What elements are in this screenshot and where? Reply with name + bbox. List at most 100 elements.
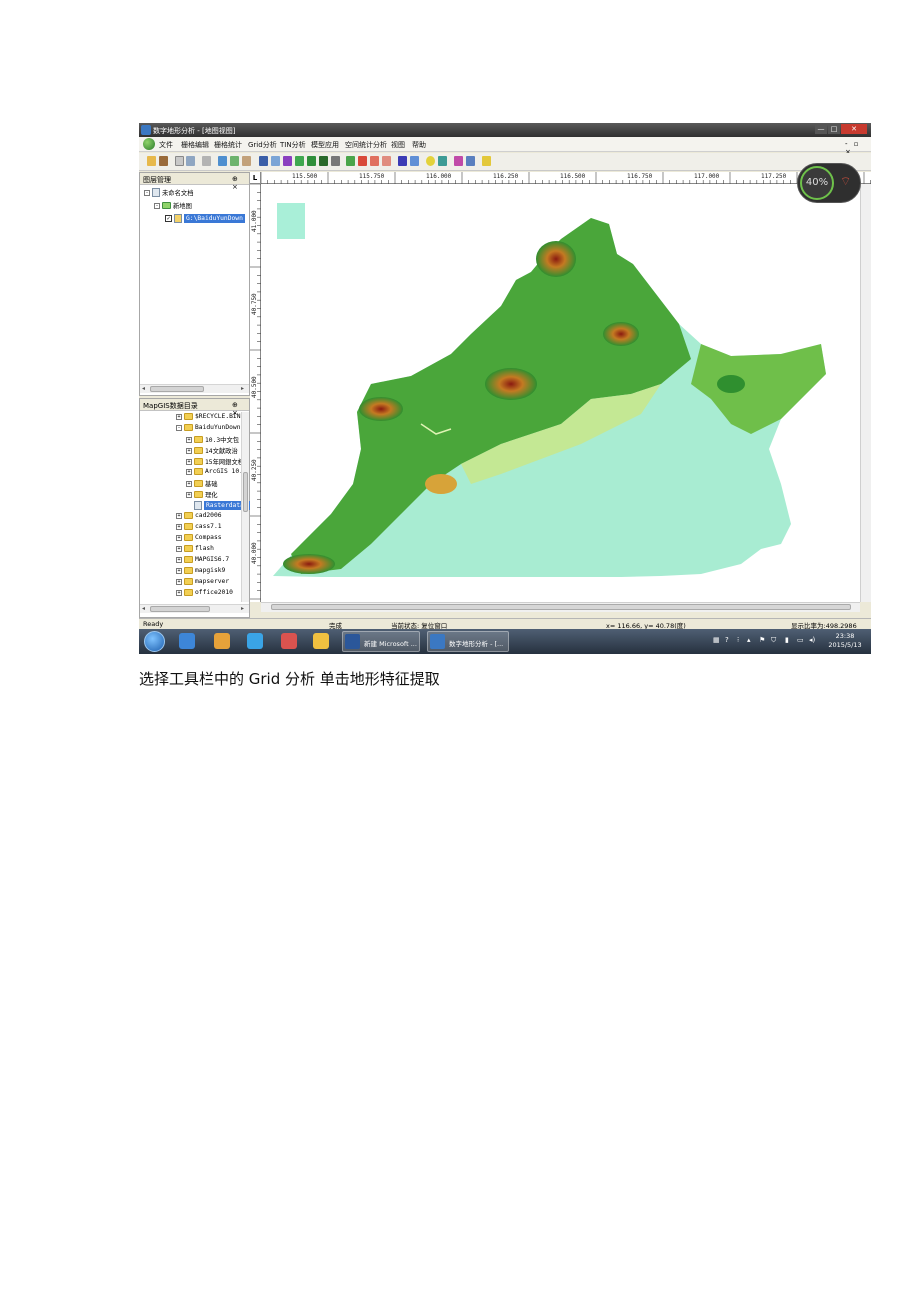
- tree-item-folder[interactable]: +14文献政治: [186, 446, 238, 457]
- scroll-left-icon[interactable]: ◂: [142, 385, 145, 392]
- map-canvas[interactable]: [261, 184, 861, 602]
- hill-east: [717, 375, 745, 393]
- peak-north: [536, 241, 576, 277]
- flag-icon[interactable]: ⚑: [759, 636, 765, 644]
- page-icon[interactable]: [175, 156, 184, 166]
- taskbar-word-button[interactable]: 新建 Microsoft ...: [342, 631, 420, 652]
- tree-item-folder[interactable]: + Compass: [176, 534, 222, 545]
- maximize-button[interactable]: □: [828, 124, 840, 134]
- close-button[interactable]: ✕: [841, 124, 867, 134]
- chevron-up-icon[interactable]: ▴: [747, 636, 751, 644]
- taskbar-app-button[interactable]: 数字地形分析 - [...: [427, 631, 509, 652]
- line-icon[interactable]: [295, 156, 304, 166]
- map-blank: [631, 577, 861, 602]
- globe-icon[interactable]: [143, 138, 155, 150]
- folder-icon[interactable]: [313, 633, 329, 649]
- catalog-hscroll[interactable]: ◂ ▸: [140, 604, 249, 613]
- network-tray-icon[interactable]: ⁝: [737, 636, 739, 644]
- menu-raster-edit[interactable]: 栅格编辑: [181, 140, 209, 150]
- tool-icon[interactable]: [454, 156, 463, 166]
- tree-item-document[interactable]: - 未命名文档: [144, 188, 193, 199]
- zoom-icon[interactable]: [271, 156, 280, 166]
- map-hscroll[interactable]: [261, 602, 860, 612]
- minimize-button[interactable]: —: [815, 124, 827, 134]
- scroll-right-icon[interactable]: ▸: [241, 605, 244, 612]
- open-icon[interactable]: [147, 156, 156, 166]
- menu-grid-analysis[interactable]: Grid分析: [248, 140, 277, 150]
- tree-item-folder[interactable]: + $RECYCLE.BIN: [176, 413, 241, 424]
- menu-raster-stats[interactable]: 栅格统计: [214, 140, 242, 150]
- tree-item-folder[interactable]: - BaiduYunDownlo: [176, 424, 248, 435]
- menu-view[interactable]: 视图: [391, 140, 405, 150]
- volume-icon[interactable]: ◂): [809, 636, 815, 644]
- taskbar-clock[interactable]: 23:38 2015/5/13: [823, 632, 867, 650]
- ruler-label: 40.000: [251, 542, 258, 564]
- tree-item-folder[interactable]: + 基础: [186, 479, 218, 490]
- tree-item-folder[interactable]: + cad2006: [176, 512, 222, 523]
- collapse-icon[interactable]: -: [154, 202, 160, 209]
- ridge-icon[interactable]: [382, 156, 391, 166]
- layer-checkbox[interactable]: ✓: [165, 215, 172, 222]
- menu-tin-analysis[interactable]: TIN分析: [280, 140, 306, 150]
- layout-icon[interactable]: [186, 156, 195, 166]
- battery-icon[interactable]: ▮: [785, 636, 789, 644]
- save-icon[interactable]: [159, 156, 168, 166]
- flag-icon[interactable]: [358, 156, 367, 166]
- window-icon[interactable]: [202, 156, 211, 166]
- help-icon[interactable]: [482, 156, 491, 166]
- collapse-icon[interactable]: -: [144, 189, 150, 196]
- network-monitor-widget[interactable]: 40% ⌔: [797, 163, 861, 203]
- table-icon[interactable]: [466, 156, 475, 166]
- chart-icon[interactable]: [230, 156, 239, 166]
- layers-icon[interactable]: [438, 156, 447, 166]
- app-launcher-icon[interactable]: [281, 633, 297, 649]
- tree-item-folder[interactable]: + mapgisk9: [176, 567, 225, 578]
- help-tray-icon[interactable]: ?: [725, 636, 729, 644]
- media-player-icon[interactable]: [214, 633, 230, 649]
- tree-item-folder[interactable]: + 理化: [186, 490, 218, 501]
- menu-file[interactable]: 文件: [159, 140, 173, 150]
- tree-item-folder[interactable]: +10.3中文包: [186, 435, 239, 446]
- scroll-thumb[interactable]: [150, 606, 210, 612]
- hill-icon[interactable]: [319, 156, 328, 166]
- cloud-icon[interactable]: [247, 633, 263, 649]
- tree-item-folder[interactable]: + flash: [176, 545, 214, 556]
- start-button[interactable]: [144, 631, 165, 652]
- shield-icon[interactable]: ⛉: [771, 636, 776, 645]
- catalog-vscroll[interactable]: [241, 412, 249, 602]
- grid-icon[interactable]: [218, 156, 227, 166]
- tree-item-layer[interactable]: ✓ G:\BaiduYunDown: [165, 214, 245, 225]
- circle-icon[interactable]: [426, 156, 435, 166]
- layer-panel-hscroll[interactable]: ◂ ▸: [140, 384, 249, 393]
- tree-item-folder[interactable]: + cass7.1: [176, 523, 222, 534]
- terrain-icon[interactable]: [307, 156, 316, 166]
- menu-spatial-stats[interactable]: 空间统计分析: [345, 140, 387, 150]
- keyboard-icon[interactable]: ▦: [713, 636, 720, 644]
- tree-item-folder[interactable]: + ArcGIS 10.3: [186, 468, 247, 479]
- scroll-thumb[interactable]: [271, 604, 851, 610]
- profile-icon[interactable]: [331, 156, 340, 166]
- analysis-icon[interactable]: [346, 156, 355, 166]
- menu-help[interactable]: 帮助: [412, 140, 426, 150]
- panel-pin-close[interactable]: ⊕ ×: [232, 175, 249, 191]
- render-icon[interactable]: [398, 156, 407, 166]
- map-vscroll[interactable]: [860, 184, 871, 602]
- tree-item-map[interactable]: - 新地图: [154, 201, 192, 212]
- shade-icon[interactable]: [410, 156, 419, 166]
- scroll-thumb[interactable]: [243, 472, 248, 512]
- ie-icon[interactable]: [179, 633, 195, 649]
- scroll-left-icon[interactable]: ◂: [142, 605, 145, 612]
- menu-model-apply[interactable]: 模型应用: [311, 140, 339, 150]
- tree-item-folder[interactable]: + office2010: [176, 589, 233, 600]
- scroll-right-icon[interactable]: ▸: [241, 385, 244, 392]
- scroll-thumb[interactable]: [150, 386, 204, 392]
- select-icon[interactable]: [242, 156, 251, 166]
- database-icon[interactable]: [259, 156, 268, 166]
- peak-icon[interactable]: [370, 156, 379, 166]
- network-icon[interactable]: [283, 156, 292, 166]
- monitor-icon[interactable]: ▭: [797, 636, 804, 644]
- tree-item-folder[interactable]: + MAPGIS6.7: [176, 556, 229, 567]
- tree-item-folder[interactable]: +15年网銀文档: [186, 457, 244, 468]
- application-screenshot: 数字地形分析 - [地图视图] — □ ✕ 文件 栅格编辑 栅格统计 Grid分…: [139, 123, 871, 654]
- tree-item-folder[interactable]: + mapserver: [176, 578, 229, 589]
